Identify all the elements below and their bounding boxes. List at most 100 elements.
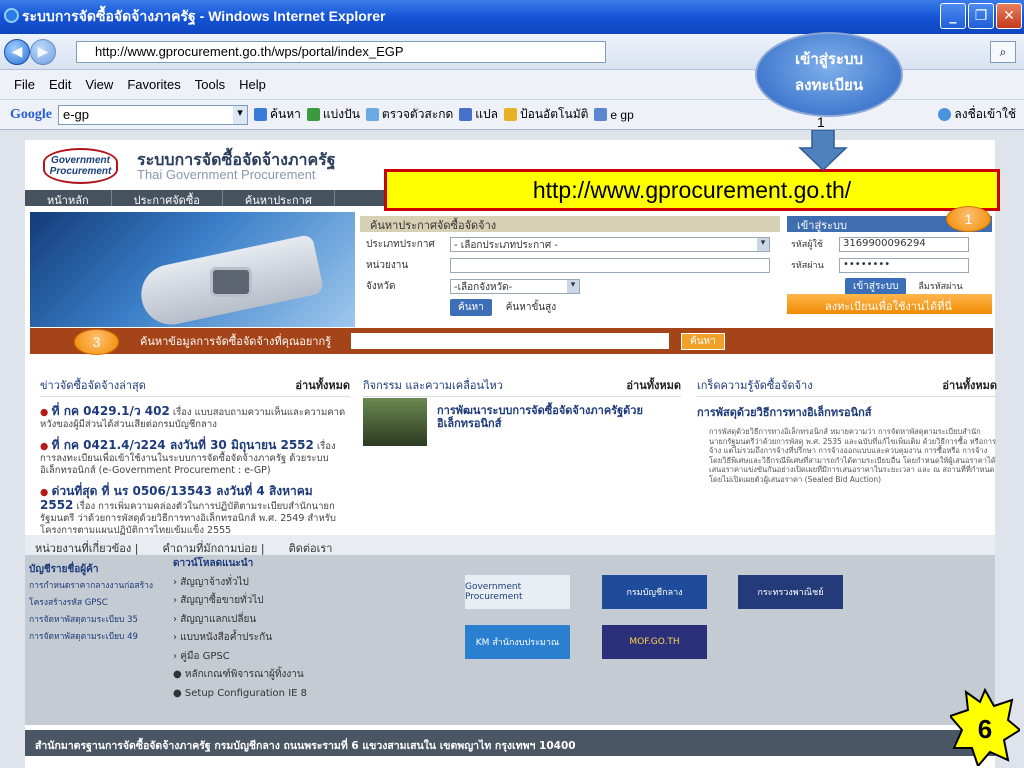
download-item[interactable]: › แบบหนังสือค้ำประกัน <box>173 629 307 648</box>
bottom-section: บัญชีรายชื่อผู้ค้า การกำหนดราคากลางงานก่… <box>25 555 995 725</box>
downloads-title: ดาวน์โหลดแนะนำ <box>173 558 254 569</box>
site-address: สำนักมาตรฐานการจัดซื้อจัดจ้างภาครัฐ กรมบ… <box>25 730 995 756</box>
download-item[interactable]: › สัญญาซื้อขายทั่วไป <box>173 592 307 611</box>
step-circle-1: 1 <box>946 206 991 232</box>
share-icon <box>306 108 320 121</box>
left-link[interactable]: โครงสร้างรหัส GPSC <box>29 595 153 612</box>
news-item[interactable]: ● ด่วนที่สุด ที่ นร 0506/13543 ลงวันที่ … <box>40 485 350 537</box>
toolbar-egp[interactable]: e gp <box>594 108 634 122</box>
nav-announcements[interactable]: ประกาศจัดซื้อ <box>112 190 223 207</box>
hero-image <box>30 212 355 327</box>
download-item[interactable]: ● หลักเกณฑ์พิจารณาผู้ทิ้งงาน <box>173 666 307 685</box>
read-all-link[interactable]: อ่านทั้งหมด <box>626 376 681 394</box>
knowledge-body: การพัสดุด้วยวิธีการทางอิเล็กทรอนิกส์ หมา… <box>709 427 996 484</box>
username-input[interactable]: 3169900096294 <box>839 236 969 252</box>
activity-headline[interactable]: การพัฒนาระบบการจัดซื้อจัดจ้างภาครัฐด้วยอ… <box>437 404 677 430</box>
type-select[interactable]: - เลือกประเภทประกาศ - <box>450 236 770 252</box>
news-item[interactable]: ● ที่ กค 0429.1/ว 402 เรื่อง แบบสอบถามคว… <box>40 405 350 431</box>
partner-commerce[interactable]: กระทรวงพาณิชย์ <box>738 575 843 609</box>
knowledge-headline[interactable]: การพัสดุด้วยวิธีการทางอิเล็กทรอนิกส์ <box>697 403 997 421</box>
download-item[interactable]: › สัญญาจ้างทั่วไป <box>173 574 307 593</box>
forward-button[interactable]: ▶ <box>30 39 56 65</box>
left-links: บัญชีรายชื่อผู้ค้า การกำหนดราคากลางงานก่… <box>29 561 153 646</box>
step-circle-3: 3 <box>74 329 119 355</box>
register-button[interactable]: ลงทะเบียนเพื่อใช้งานได้ที่นี่ <box>787 294 992 314</box>
search-icon[interactable]: ⌕ <box>990 41 1016 63</box>
search-button[interactable]: ค้นหา <box>450 298 492 316</box>
agency-label: หน่วยงาน <box>366 259 409 271</box>
keyword-search-label: ค้นหาข้อมูลการจัดซื้อจัดจ้างที่คุณอยากรู… <box>140 335 332 348</box>
site-title-en: Thai Government Procurement <box>137 167 316 182</box>
partner-mof[interactable]: MOF.GO.TH <box>602 625 707 659</box>
toolbar-translate[interactable]: แปล <box>459 105 498 124</box>
toolbar-search[interactable]: ค้นหา <box>254 105 301 124</box>
url-input[interactable]: http://www.gprocurement.go.th/wps/portal… <box>76 41 606 63</box>
gprocurement-logo[interactable]: Government Procurement <box>43 148 118 184</box>
province-label: จังหวัด <box>366 280 396 292</box>
contact-link[interactable]: ติดต่อเรา <box>289 539 333 555</box>
province-select[interactable]: -เลือกจังหวัด- <box>450 278 580 294</box>
keyword-search-input[interactable] <box>351 333 670 349</box>
url-callout: http://www.gprocurement.go.th/ <box>384 169 1000 211</box>
user-icon <box>938 108 952 121</box>
menu-favorites[interactable]: Favorites <box>127 77 180 92</box>
password-label: รหัสผ่าน <box>791 261 824 271</box>
read-all-link[interactable]: อ่านทั้งหมด <box>942 376 997 394</box>
read-all-link[interactable]: อ่านทั้งหมด <box>295 376 350 394</box>
close-button[interactable]: ✕ <box>996 3 1022 29</box>
partner-cgd[interactable]: กรมบัญชีกลาง <box>602 575 707 609</box>
slide-number-star: 6 <box>950 688 1020 766</box>
related-agencies-link[interactable]: หน่วยงานที่เกี่ยวข้อง | <box>35 539 138 555</box>
download-item[interactable]: › คู่มือ GPSC <box>173 648 307 667</box>
menu-edit[interactable]: Edit <box>49 77 71 92</box>
slide-number: 6 <box>978 714 992 744</box>
menu-file[interactable]: File <box>14 77 35 92</box>
partner-gprocurement[interactable]: Government Procurement <box>465 575 570 609</box>
news-item[interactable]: ● ที่ กค 0421.4/ว224 ลงวันที่ 30 มิถุนาย… <box>40 439 350 477</box>
nav-home[interactable]: หน้าหลัก <box>25 190 112 207</box>
down-arrow-icon <box>798 130 848 172</box>
password-input[interactable]: •••••••• <box>839 257 969 273</box>
faq-link[interactable]: คำถามที่มักถามบ่อย | <box>162 539 264 555</box>
knowledge: เกร็ดความรู้จัดซื้อจัดจ้าง อ่านทั้งหมด กา… <box>697 376 997 484</box>
left-link[interactable]: การกำหนดราคากลางงานก่อสร้าง <box>29 578 153 595</box>
latest-news-title: ข่าวจัดซื้อจัดจ้างล่าสุด <box>40 379 146 392</box>
advanced-search-link[interactable]: ค้นหาขั้นสูง <box>506 300 556 315</box>
left-link[interactable]: การจัดหาพัสดุตามระเบียบ 35 <box>29 612 153 629</box>
footer-links: หน่วยงานที่เกี่ยวข้อง | คำถามที่มักถามบ่… <box>25 535 995 555</box>
left-link[interactable]: การจัดหาพัสดุตามระเบียบ 49 <box>29 629 153 646</box>
toolbar-signin[interactable]: ลงชื่อเข้าใช้ <box>938 105 1016 124</box>
activity-photo[interactable] <box>363 398 427 446</box>
partner-km[interactable]: KM สำนักงบประมาณ <box>465 625 570 659</box>
download-item[interactable]: › สัญญาแลกเปลี่ยน <box>173 611 307 630</box>
toolbar-autofill[interactable]: ป้อนอัตโนมัติ <box>504 105 588 124</box>
maximize-button[interactable]: ❐ <box>968 3 994 29</box>
menu-tools[interactable]: Tools <box>195 77 225 92</box>
keyword-search-button[interactable]: ค้นหา <box>681 332 725 350</box>
toolbar-share[interactable]: แบ่งปัน <box>306 105 360 124</box>
knowledge-title: เกร็ดความรู้จัดซื้อจัดจ้าง <box>697 379 813 392</box>
back-button[interactable]: ◀ <box>4 39 30 65</box>
toolbar-spellcheck[interactable]: ตรวจตัวสะกด <box>365 105 453 124</box>
search-panel-title: ค้นหาประกาศจัดซื้อจัดจ้าง <box>360 216 780 232</box>
activities: กิจกรรม และความเคลื่อนไหว อ่านทั้งหมด การ… <box>363 376 681 526</box>
step-number-label: 1 <box>817 114 825 130</box>
download-item[interactable]: ● Setup Configuration IE 8 <box>173 685 307 704</box>
window-title-bar: ระบบการจัดซื้อจัดจ้างภาครัฐ - Windows In… <box>0 0 1024 34</box>
bookmark-icon <box>594 108 608 121</box>
keyword-search-bar: ค้นหาข้อมูลการจัดซื้อจัดจ้างที่คุณอยากรู… <box>30 328 993 354</box>
google-search-input[interactable]: e-gp <box>58 104 248 125</box>
forgot-password-link[interactable]: ลืมรหัสผ่าน <box>918 279 962 293</box>
latest-news: ข่าวจัดซื้อจัดจ้างล่าสุด อ่านทั้งหมด ● ที… <box>40 376 350 537</box>
menu-view[interactable]: View <box>85 77 113 92</box>
minimize-button[interactable]: _ <box>940 3 966 29</box>
vendor-list-link[interactable]: บัญชีรายชื่อผู้ค้า <box>29 561 153 578</box>
agency-input[interactable] <box>450 257 770 273</box>
google-logo: Google <box>10 106 52 122</box>
username-label: รหัสผู้ใช้ <box>791 240 824 250</box>
login-button[interactable]: เข้าสู่ระบบ <box>845 277 907 295</box>
nav-search[interactable]: ค้นหาประกาศ <box>223 190 335 207</box>
spellcheck-icon <box>365 108 379 121</box>
activities-title: กิจกรรม และความเคลื่อนไหว <box>363 379 503 392</box>
menu-help[interactable]: Help <box>239 77 266 92</box>
